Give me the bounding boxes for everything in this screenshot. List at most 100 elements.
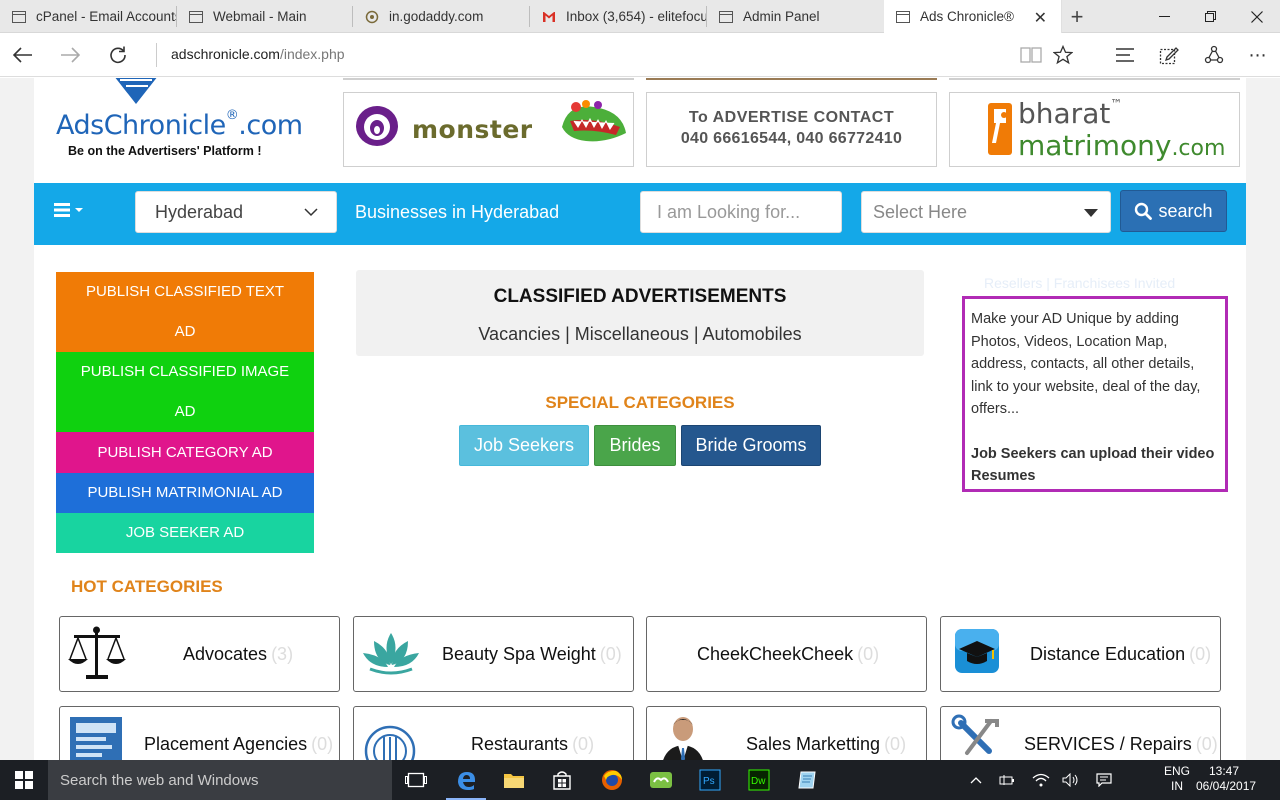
- publish-label: JOB SEEKER AD: [125, 524, 245, 541]
- city-select[interactable]: Hyderabad: [135, 191, 337, 233]
- tab-godaddy[interactable]: in.godaddy.com: [353, 0, 530, 33]
- volume-icon[interactable]: [1061, 760, 1081, 800]
- category-name: SERVICES / Repairs: [1024, 734, 1192, 754]
- looking-for-input[interactable]: [640, 191, 842, 233]
- category-card-restaurants[interactable]: Restaurants (0): [353, 706, 634, 760]
- job-seekers-button[interactable]: Job Seekers: [459, 425, 589, 466]
- publish-category-button[interactable]: PUBLISH CATEGORY AD: [56, 432, 314, 473]
- tab-ads-chronicle[interactable]: Ads Chronicle® ✕: [884, 0, 1062, 33]
- scales-icon: [68, 626, 126, 679]
- task-view-icon[interactable]: [392, 760, 440, 800]
- start-button[interactable]: [0, 760, 48, 800]
- job-seeker-ad-button[interactable]: JOB SEEKER AD: [56, 513, 314, 553]
- taskbar-search-field[interactable]: Search the web and Windows: [48, 760, 392, 800]
- app-icon-green[interactable]: [637, 760, 685, 800]
- link-vacancies[interactable]: Vacancies: [478, 324, 560, 344]
- advertise-contact-banner[interactable]: To ADVERTISE CONTACT 040 66616544, 040 6…: [646, 92, 937, 167]
- publish-classified-image-button[interactable]: PUBLISH CLASSIFIED IMAGE AD: [56, 352, 314, 432]
- wifi-icon[interactable]: [1031, 760, 1051, 800]
- publish-classified-text-button[interactable]: PUBLISH CLASSIFIED TEXT AD: [56, 272, 314, 352]
- brides-button[interactable]: Brides: [594, 425, 676, 466]
- tab-webmail[interactable]: Webmail - Main: [177, 0, 353, 33]
- web-note-icon[interactable]: [1157, 43, 1181, 67]
- notepad-icon[interactable]: [784, 760, 832, 800]
- more-icon[interactable]: ⋯: [1246, 43, 1270, 67]
- search-button[interactable]: search: [1120, 190, 1227, 232]
- category-card-distance-education[interactable]: Distance Education (0): [940, 616, 1221, 692]
- forward-icon[interactable]: [55, 41, 85, 69]
- action-center-icon[interactable]: [1094, 760, 1114, 800]
- favorite-star-icon[interactable]: [1051, 43, 1075, 67]
- hub-icon[interactable]: [1113, 43, 1137, 67]
- chevron-down-icon: [304, 208, 318, 217]
- publish-matrimonial-button[interactable]: PUBLISH MATRIMONIAL AD: [56, 473, 314, 513]
- reseller-link[interactable]: Resellers | Franchisees Invited: [984, 275, 1175, 291]
- tab-admin[interactable]: Admin Panel: [707, 0, 884, 33]
- category-card-advocates[interactable]: Advocates (3): [59, 616, 340, 692]
- publish-label: PUBLISH CATEGORY AD: [97, 443, 273, 461]
- show-hidden-icons[interactable]: [966, 760, 986, 800]
- link-miscellaneous[interactable]: Miscellaneous: [575, 324, 689, 344]
- share-icon[interactable]: [1202, 43, 1226, 67]
- store-icon[interactable]: [538, 760, 586, 800]
- category-count: (0): [884, 734, 907, 754]
- edge-icon[interactable]: [442, 760, 490, 800]
- bharat-matrimony-banner[interactable]: bharat™ matrimony.com: [949, 92, 1240, 167]
- category-select[interactable]: Select Here: [861, 191, 1111, 233]
- search-bar: Hyderabad Businesses in Hyderabad Select…: [34, 183, 1246, 245]
- close-tab-icon[interactable]: ✕: [1034, 8, 1047, 28]
- search-label: search: [1158, 200, 1213, 221]
- clock-time: 13:47: [1208, 764, 1240, 778]
- category-count: (0): [311, 734, 334, 754]
- document-icon: [70, 717, 122, 760]
- plate-icon: [364, 725, 416, 760]
- info-box: Make your AD Unique by adding Photos, Vi…: [962, 296, 1228, 492]
- gmail-icon: [542, 10, 556, 24]
- link-automobiles[interactable]: Automobiles: [703, 324, 802, 344]
- lotus-icon: [363, 633, 419, 675]
- category-card-services-repairs[interactable]: SERVICES / Repairs (0): [940, 706, 1221, 760]
- tab-cpanel[interactable]: cPanel - Email Accounts: [0, 0, 177, 33]
- category-name: Beauty Spa Weight: [442, 644, 596, 664]
- firefox-icon[interactable]: [588, 760, 636, 800]
- web-viewport: AdsChronicle®.com Be on the Advertisers'…: [0, 78, 1280, 760]
- bride-grooms-button[interactable]: Bride Grooms: [681, 425, 821, 466]
- address-bar: adschronicle.com/index.php ⋯: [0, 33, 1280, 77]
- hamburger-icon: [54, 203, 70, 217]
- url-path: /index.php: [279, 46, 345, 62]
- back-icon[interactable]: [8, 41, 38, 69]
- graduation-cap-icon: [955, 629, 999, 673]
- battery-icon[interactable]: [998, 760, 1018, 800]
- file-explorer-icon[interactable]: [490, 760, 538, 800]
- site-logo[interactable]: AdsChronicle®.com Be on the Advertisers'…: [54, 78, 334, 178]
- dreamweaver-icon[interactable]: Dw: [735, 760, 783, 800]
- url-field[interactable]: adschronicle.com/index.php: [171, 46, 345, 62]
- category-card-sales-marketting[interactable]: Sales Marketting (0): [646, 706, 927, 760]
- tab-gmail[interactable]: Inbox (3,654) - elitefocu: [530, 0, 707, 33]
- minimize-icon[interactable]: [1142, 0, 1188, 33]
- category-card-placement-agencies[interactable]: Placement Agencies (0): [59, 706, 340, 760]
- new-tab-icon[interactable]: +: [1066, 4, 1088, 30]
- reading-view-icon[interactable]: [1019, 43, 1043, 67]
- category-card-beauty-spa[interactable]: Beauty Spa Weight (0): [353, 616, 634, 692]
- category-name: Placement Agencies: [144, 734, 308, 754]
- language-indicator[interactable]: ENG IN: [1160, 764, 1194, 794]
- clock[interactable]: 13:47 06/04/2017: [1196, 764, 1256, 794]
- category-count: (0): [572, 734, 595, 754]
- tab-title: cPanel - Email Accounts: [36, 9, 177, 24]
- category-card-cheekcheekcheek[interactable]: CheekCheekCheek (0): [646, 616, 927, 692]
- page-icon: [12, 10, 26, 24]
- category-name: Distance Education: [1030, 644, 1186, 664]
- restore-icon[interactable]: [1188, 0, 1234, 33]
- info-bold-text: Job Seekers can upload their video Resum…: [971, 445, 1215, 485]
- refresh-icon[interactable]: [103, 41, 133, 69]
- special-categories-title: SPECIAL CATEGORIES: [545, 393, 735, 412]
- monster-banner[interactable]: monster: [343, 92, 634, 167]
- photoshop-icon[interactable]: Ps: [686, 760, 734, 800]
- category-count: (0): [857, 644, 880, 664]
- city-value: Hyderabad: [155, 201, 244, 222]
- close-window-icon[interactable]: [1234, 0, 1280, 33]
- windows-logo-icon: [15, 771, 33, 789]
- menu-button[interactable]: [54, 203, 84, 217]
- category-count: (3): [271, 644, 294, 664]
